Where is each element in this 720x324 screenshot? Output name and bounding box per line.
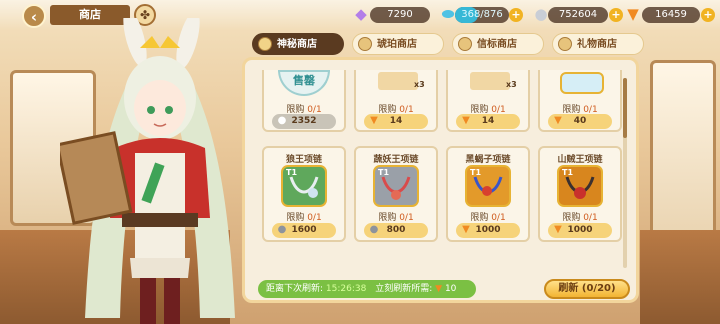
limit-value: 0/1 [491, 213, 506, 223]
shop-item-card[interactable]: x3 限购 0/1 ▼ 14 [446, 70, 530, 132]
limit-label: 限购 [470, 213, 489, 223]
coin-icon: ● [277, 224, 287, 235]
limit-value: 0/1 [399, 213, 414, 223]
scrollbar-thumb[interactable] [623, 78, 627, 138]
price-value: 1000 [475, 225, 501, 235]
gift-shop-icon [558, 37, 572, 51]
coin-counter: 752604 [548, 7, 608, 23]
item-tier: T1 [286, 168, 298, 177]
price-value: 14 [389, 116, 403, 126]
price-value: 2352 [291, 116, 317, 126]
price-button[interactable]: ▼ 1000 [456, 223, 520, 238]
refresh-info-bar: 距离下次刷新: 15:26:38 立刻刷新所需: ▼ 10 [258, 280, 476, 298]
tab-gift-shop[interactable]: 礼物商店 [552, 33, 644, 55]
back-arrow-icon: ‹ [30, 8, 38, 26]
purchase-limit: 限购 0/1 [264, 210, 344, 223]
price-value: 1000 [567, 225, 593, 235]
carrot-icon: ▼ [435, 284, 443, 294]
refresh-cost-label: 立刻刷新所需: [375, 284, 433, 294]
refresh-button[interactable]: 刷新 (0/20) [544, 279, 630, 299]
shop-item-card[interactable]: 黑蝎子项链 T1 限购 0/1 ▼ 1000 [446, 146, 530, 242]
shop-item-card[interactable]: 山贼王项链 T1 限购 0/1 ▼ 1000 [538, 146, 622, 242]
tab-label: 礼物商店 [577, 39, 617, 50]
tab-label: 琥珀商店 [377, 39, 417, 50]
back-button[interactable]: ‹ [22, 4, 46, 28]
amber-shop-icon [358, 37, 372, 51]
background-shelf [640, 230, 720, 324]
tab-mystery-shop[interactable]: 神秘商店 [252, 33, 344, 55]
tab-label: 信标商店 [477, 39, 517, 50]
shop-item-card[interactable]: x3 限购 0/1 ▼ 14 [354, 70, 438, 132]
item-name: 黑蝎子项链 [465, 155, 511, 165]
carrot-icon: ▼ [462, 115, 470, 126]
limit-label: 限购 [286, 213, 305, 223]
limit-label: 限购 [562, 213, 581, 223]
item-name: 山贼王项链 [557, 155, 603, 165]
price-value: 800 [386, 225, 406, 235]
limit-label: 限购 [378, 213, 397, 223]
item-icon: T1 [557, 165, 603, 207]
item-icon [470, 72, 510, 90]
carrot-icon: ▼ [554, 224, 562, 235]
add-carrot-button[interactable]: + [701, 8, 715, 22]
add-coin-button[interactable]: + [609, 8, 623, 22]
item-icon [560, 72, 604, 94]
price-button[interactable]: ▼ 14 [456, 114, 520, 129]
limit-value: 0/1 [307, 213, 322, 223]
shop-item-card[interactable]: 限购 0/1 ▼ 40 [538, 70, 622, 132]
price-value: 40 [573, 116, 587, 126]
price-value: 14 [481, 116, 495, 126]
shop-top-row: 售罄 限购 0/1 ● 2352 x3 限购 0/1 ▼ 14 x3 限购 0/1 … [258, 70, 630, 134]
next-refresh-label: 距离下次刷新: [266, 284, 324, 294]
tab-amber-shop[interactable]: 琥珀商店 [352, 33, 444, 55]
mystery-shop-icon [258, 37, 272, 51]
stamina-bar: 368/876 [455, 7, 509, 23]
item-name: 狼王项链 [285, 155, 322, 165]
shop-item-card[interactable]: 狼王项链 T1 限购 0/1 ● 1600 [262, 146, 346, 242]
item-icon [378, 72, 418, 90]
carrot-icon: ▼ [627, 5, 639, 23]
carrot-icon: ▼ [370, 115, 378, 126]
coin-icon: ● [277, 115, 287, 126]
shopkeeper-character [60, 18, 235, 324]
tab-label: 神秘商店 [277, 39, 317, 50]
purchase-limit: 限购 0/1 [540, 210, 620, 223]
price-button[interactable]: ▼ 1000 [548, 223, 612, 238]
next-refresh-timer: 15:26:38 [325, 284, 367, 294]
crystal-icon: ◆ [355, 5, 367, 23]
price-button[interactable]: ● 800 [364, 223, 428, 238]
item-tier: T1 [562, 168, 574, 177]
price-button[interactable]: ▼ 40 [548, 114, 612, 129]
background-window [650, 60, 716, 256]
item-name: 蔬妖王项链 [373, 155, 419, 165]
tab-beacon-shop[interactable]: 信标商店 [452, 33, 544, 55]
carrot-icon: ▼ [554, 115, 562, 126]
shop-item-card[interactable]: 售罄 限购 0/1 ● 2352 [262, 70, 346, 132]
item-quantity: x3 [414, 80, 425, 89]
purchase-limit: 限购 0/1 [448, 210, 528, 223]
carrot-icon: ▼ [462, 224, 470, 235]
limit-value: 0/1 [583, 213, 598, 223]
gem-counter: 7290 [370, 7, 430, 23]
price-button[interactable]: ● 2352 [272, 114, 336, 129]
item-tier: T1 [378, 168, 390, 177]
shop-item-card[interactable]: 蔬妖王项链 T1 限购 0/1 ● 800 [354, 146, 438, 242]
item-tier: T1 [470, 168, 482, 177]
item-quantity: x3 [506, 80, 517, 89]
price-value: 1600 [291, 225, 317, 235]
item-icon: T1 [465, 165, 511, 207]
refresh-cost-value: 10 [444, 284, 457, 294]
item-icon: T1 [281, 165, 327, 207]
sold-out-badge: 售罄 [278, 70, 330, 96]
purchase-limit: 限购 0/1 [356, 210, 436, 223]
price-button[interactable]: ● 1600 [272, 223, 336, 238]
carrot-counter: 16459 [642, 7, 700, 23]
item-icon: T1 [373, 165, 419, 207]
shop-scrollbar[interactable] [623, 78, 627, 268]
beacon-shop-icon [458, 37, 472, 51]
price-button[interactable]: ▼ 14 [364, 114, 428, 129]
stamina-value: 368/876 [461, 9, 503, 20]
coin-icon: ● [369, 224, 379, 235]
add-stamina-button[interactable]: + [509, 8, 523, 22]
